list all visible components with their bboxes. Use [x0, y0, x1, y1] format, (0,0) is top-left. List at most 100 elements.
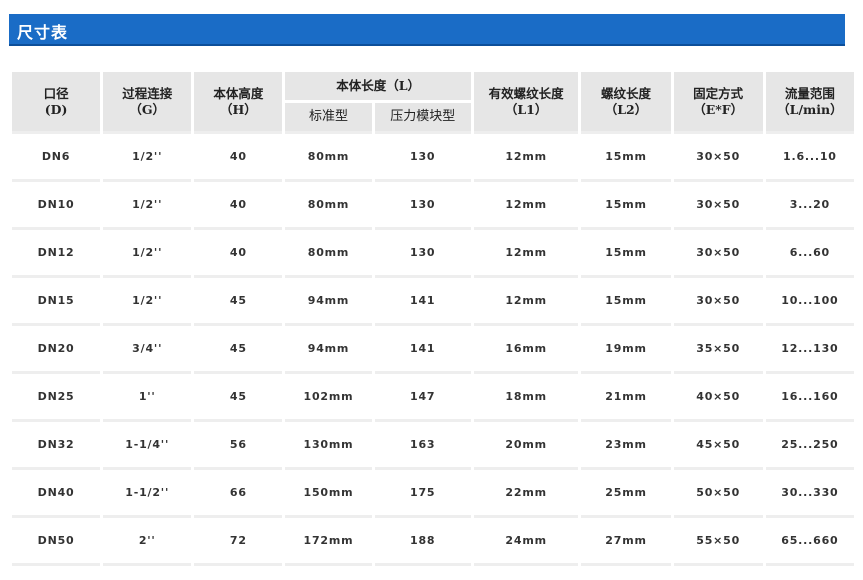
cell-height: 72: [194, 518, 283, 566]
table-body: DN6 1/2'' 40 80mm 130 12mm 15mm 30×50 1.6...10 DN…: [12, 131, 854, 566]
cell-length-pressure: 141: [374, 326, 471, 374]
cell-fixing: 40×50: [673, 374, 763, 422]
cell-fixing: 45×50: [673, 422, 763, 470]
cell-height: 40: [194, 182, 283, 230]
cell-flow: 12...130: [765, 326, 854, 374]
cell-diameter: DN20: [12, 326, 101, 374]
cell-thread-length: 15mm: [581, 278, 671, 326]
cell-fixing: 55×50: [673, 518, 763, 566]
header-diameter: 口径 (D): [12, 72, 101, 131]
header-flow: 流量范围 （L/min）: [765, 72, 854, 131]
cell-thread-length: 19mm: [581, 326, 671, 374]
cell-flow: 65...660: [765, 518, 854, 566]
cell-thread-length: 27mm: [581, 518, 671, 566]
cell-diameter: DN12: [12, 230, 101, 278]
cell-length-standard: 80mm: [285, 131, 372, 182]
cell-diameter: DN25: [12, 374, 101, 422]
cell-thread-length: 21mm: [581, 374, 671, 422]
cell-thread-effective: 12mm: [473, 278, 579, 326]
cell-thread-length: 15mm: [581, 131, 671, 182]
cell-fixing: 30×50: [673, 230, 763, 278]
cell-fixing: 30×50: [673, 131, 763, 182]
cell-thread-effective: 20mm: [473, 422, 579, 470]
section-title: 尺寸表: [17, 23, 69, 42]
cell-length-pressure: 130: [374, 182, 471, 230]
header-connection: 过程连接 （G）: [103, 72, 192, 131]
table-row: DN32 1-1/4'' 56 130mm 163 20mm 23mm 45×50 25...2…: [12, 422, 854, 470]
cell-length-standard: 130mm: [285, 422, 372, 470]
cell-length-pressure: 130: [374, 230, 471, 278]
cell-connection: 3/4'': [103, 326, 192, 374]
cell-length-pressure: 175: [374, 470, 471, 518]
table-row: DN15 1/2'' 45 94mm 141 12mm 15mm 30×50 10...100: [12, 278, 854, 326]
table-row: DN25 1'' 45 102mm 147 18mm 21mm 40×50 16...160: [12, 374, 854, 422]
table-row: DN12 1/2'' 40 80mm 130 12mm 15mm 30×50 6...60: [12, 230, 854, 278]
cell-thread-effective: 24mm: [473, 518, 579, 566]
cell-length-standard: 80mm: [285, 182, 372, 230]
cell-flow: 1.6...10: [765, 131, 854, 182]
cell-flow: 10...100: [765, 278, 854, 326]
cell-fixing: 30×50: [673, 182, 763, 230]
cell-length-pressure: 141: [374, 278, 471, 326]
cell-thread-effective: 12mm: [473, 230, 579, 278]
cell-length-pressure: 163: [374, 422, 471, 470]
cell-flow: 6...60: [765, 230, 854, 278]
header-fixing: 固定方式 （E*F）: [673, 72, 763, 131]
cell-diameter: DN32: [12, 422, 101, 470]
cell-length-pressure: 130: [374, 131, 471, 182]
cell-connection: 1/2'': [103, 230, 192, 278]
cell-connection: 1'': [103, 374, 192, 422]
cell-length-standard: 94mm: [285, 326, 372, 374]
cell-length-pressure: 188: [374, 518, 471, 566]
cell-thread-effective: 12mm: [473, 131, 579, 182]
cell-height: 56: [194, 422, 283, 470]
cell-length-standard: 172mm: [285, 518, 372, 566]
table-row: DN40 1-1/2'' 66 150mm 175 22mm 25mm 50×50 30...3…: [12, 470, 854, 518]
cell-height: 40: [194, 230, 283, 278]
cell-fixing: 50×50: [673, 470, 763, 518]
cell-diameter: DN40: [12, 470, 101, 518]
header-height: 本体高度 （H）: [194, 72, 283, 131]
table-row: DN10 1/2'' 40 80mm 130 12mm 15mm 30×50 3...20: [12, 182, 854, 230]
cell-thread-length: 15mm: [581, 230, 671, 278]
cell-thread-length: 15mm: [581, 182, 671, 230]
table-row: DN6 1/2'' 40 80mm 130 12mm 15mm 30×50 1.6...10: [12, 131, 854, 182]
cell-length-standard: 150mm: [285, 470, 372, 518]
cell-connection: 2'': [103, 518, 192, 566]
header-length: 本体长度（L）: [285, 72, 471, 100]
cell-connection: 1/2'': [103, 278, 192, 326]
cell-diameter: DN6: [12, 131, 101, 182]
cell-length-standard: 94mm: [285, 278, 372, 326]
cell-thread-effective: 16mm: [473, 326, 579, 374]
cell-thread-effective: 22mm: [473, 470, 579, 518]
cell-flow: 25...250: [765, 422, 854, 470]
cell-flow: 3...20: [765, 182, 854, 230]
cell-flow: 30...330: [765, 470, 854, 518]
cell-thread-effective: 12mm: [473, 182, 579, 230]
cell-height: 66: [194, 470, 283, 518]
header-thread-effective: 有效螺纹长度 （L1）: [473, 72, 579, 131]
dimension-table: 口径 (D) 过程连接 （G） 本体高度 （H） 本体长度（L） 有效螺纹长度 （L1）…: [9, 72, 857, 566]
cell-diameter: DN50: [12, 518, 101, 566]
cell-thread-length: 25mm: [581, 470, 671, 518]
cell-connection: 1-1/2'': [103, 470, 192, 518]
cell-connection: 1/2'': [103, 131, 192, 182]
cell-length-standard: 80mm: [285, 230, 372, 278]
cell-connection: 1/2'': [103, 182, 192, 230]
header-length-pressure: 压力模块型: [374, 100, 471, 131]
cell-diameter: DN15: [12, 278, 101, 326]
cell-thread-length: 23mm: [581, 422, 671, 470]
cell-diameter: DN10: [12, 182, 101, 230]
table-row: DN50 2'' 72 172mm 188 24mm 27mm 55×50 65...660: [12, 518, 854, 566]
cell-height: 40: [194, 131, 283, 182]
cell-flow: 16...160: [765, 374, 854, 422]
cell-connection: 1-1/4'': [103, 422, 192, 470]
cell-fixing: 35×50: [673, 326, 763, 374]
cell-height: 45: [194, 326, 283, 374]
cell-height: 45: [194, 278, 283, 326]
header-thread-length: 螺纹长度 （L2）: [581, 72, 671, 131]
cell-thread-effective: 18mm: [473, 374, 579, 422]
table-row: DN20 3/4'' 45 94mm 141 16mm 19mm 35×50 12...130: [12, 326, 854, 374]
header-length-standard: 标准型: [285, 100, 372, 131]
cell-fixing: 30×50: [673, 278, 763, 326]
